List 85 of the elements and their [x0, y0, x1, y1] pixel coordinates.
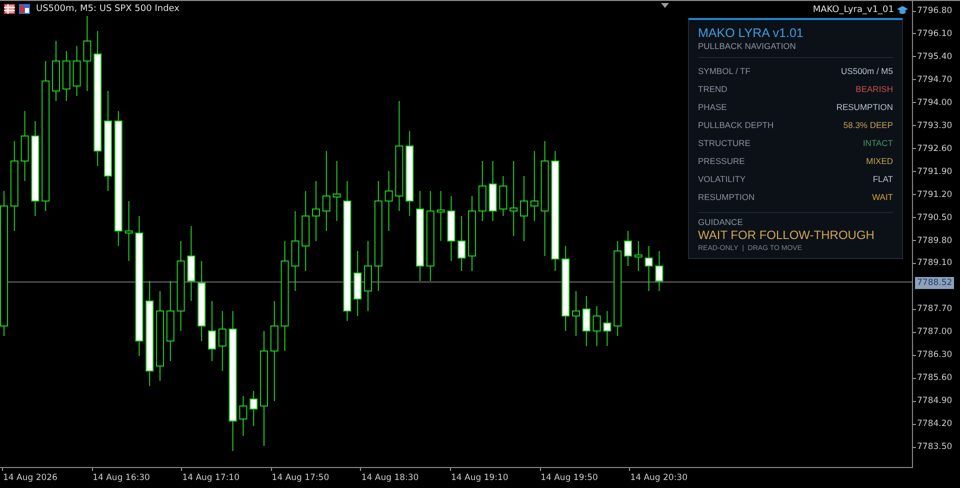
current-price-label: 7788.52: [915, 277, 954, 289]
price-label: 7786.30: [917, 350, 952, 360]
candlestick: [499, 176, 508, 216]
price-label: 7784.20: [917, 419, 952, 430]
time-label: 14 Aug 18:30: [361, 473, 419, 483]
candlestick: [364, 240, 372, 312]
price-label: 7787.70: [917, 304, 952, 314]
row-value: US500m / M5: [841, 66, 893, 76]
row-value: BEARISH: [856, 84, 893, 94]
guidance-label: GUIDANCE: [698, 217, 743, 227]
candlestick: [239, 396, 248, 436]
row-value: FLAT: [872, 174, 893, 184]
candlestick: [52, 40, 60, 102]
candlestick: [354, 250, 362, 316]
chart-title: US500m, M5: US SPX 500 Index: [36, 4, 180, 14]
guidance-text: WAIT FOR FOLLOW-THROUGH: [698, 228, 874, 242]
candlestick: [436, 190, 445, 242]
candlestick: [332, 160, 341, 222]
candlestick: [20, 110, 29, 182]
price-label: 7785.60: [917, 373, 952, 384]
price-label: 7791.90: [917, 166, 952, 177]
row-label: RESUMPTION: [698, 192, 755, 202]
row-value: 58.3% DEEP: [843, 120, 893, 130]
grid-icon[interactable]: [4, 4, 15, 14]
candlestick: [624, 230, 632, 266]
row-label: STRUCTURE: [698, 138, 750, 148]
price-label: 7794.70: [917, 74, 952, 85]
row-value: INTACT: [862, 138, 893, 148]
row-label: PRESSURE: [698, 156, 745, 166]
row-value: RESUMPTION: [836, 102, 893, 112]
candlestick: [634, 240, 642, 272]
candlestick: [655, 250, 664, 292]
price-label: 7794.00: [917, 98, 952, 108]
candlestick: [250, 390, 258, 426]
time-label: 14 Aug 17:50: [272, 473, 330, 483]
candlestick: [644, 246, 653, 292]
price-label: 7795.40: [917, 52, 952, 62]
candlestick: [218, 310, 226, 372]
row-label: SYMBOL / TF: [698, 66, 750, 76]
candlestick: [72, 46, 81, 96]
candlestick: [582, 296, 590, 346]
panel-title: MAKO LYRA v1.01: [698, 26, 804, 40]
candlestick: [592, 306, 601, 346]
candlestick: [603, 310, 612, 346]
row-value: WAIT: [872, 192, 893, 202]
indicator-panel[interactable]: [688, 18, 903, 259]
time-label: 14 Aug 19:10: [451, 473, 508, 483]
price-label: 7790.50: [917, 212, 952, 223]
price-label: 7791.20: [917, 190, 952, 200]
time-label: 14 Aug 17:10: [182, 473, 240, 483]
candlestick: [124, 200, 133, 262]
price-label: 7783.50: [917, 442, 952, 452]
chart-icon[interactable]: [19, 4, 30, 14]
time-label: 14 Aug 2026: [3, 473, 58, 483]
candlestick: [312, 180, 320, 242]
time-label: 14 Aug 20:30: [630, 473, 688, 483]
candlestick: [62, 50, 70, 102]
candlestick: [208, 300, 216, 362]
candlestick: [447, 196, 456, 262]
row-label: VOLATILITY: [698, 174, 746, 184]
row-label: PHASE: [698, 102, 727, 112]
row-value: MIXED: [866, 156, 893, 166]
price-label: 7793.30: [917, 120, 952, 131]
row-label: PULLBACK DEPTH: [698, 120, 774, 130]
price-label: 7796.80: [917, 6, 952, 16]
price-label: 7787.00: [917, 327, 952, 338]
indicator-label: MAKO_Lyra_v1_01: [812, 5, 894, 15]
candlestick: [520, 176, 528, 242]
panel-subtitle: PULLBACK NAVIGATION: [698, 41, 796, 51]
graduation-cap-icon[interactable]: [897, 5, 908, 15]
price-label: 7792.60: [917, 144, 952, 154]
time-label: 14 Aug 19:50: [540, 473, 598, 483]
candlestick: [384, 170, 393, 232]
candlestick: [572, 290, 580, 336]
shift-marker-icon[interactable]: [661, 3, 669, 8]
time-label: 14 Aug 16:30: [92, 473, 150, 483]
price-label: 7784.90: [917, 396, 952, 406]
price-label: 7789.80: [917, 236, 952, 246]
candlestick: [488, 160, 497, 222]
price-label: 7789.10: [917, 258, 952, 268]
candlestick: [530, 150, 538, 222]
price-label: 7796.10: [917, 28, 952, 39]
candlestick: [458, 216, 466, 272]
row-label: TREND: [698, 84, 728, 94]
candlestick: [478, 160, 486, 222]
